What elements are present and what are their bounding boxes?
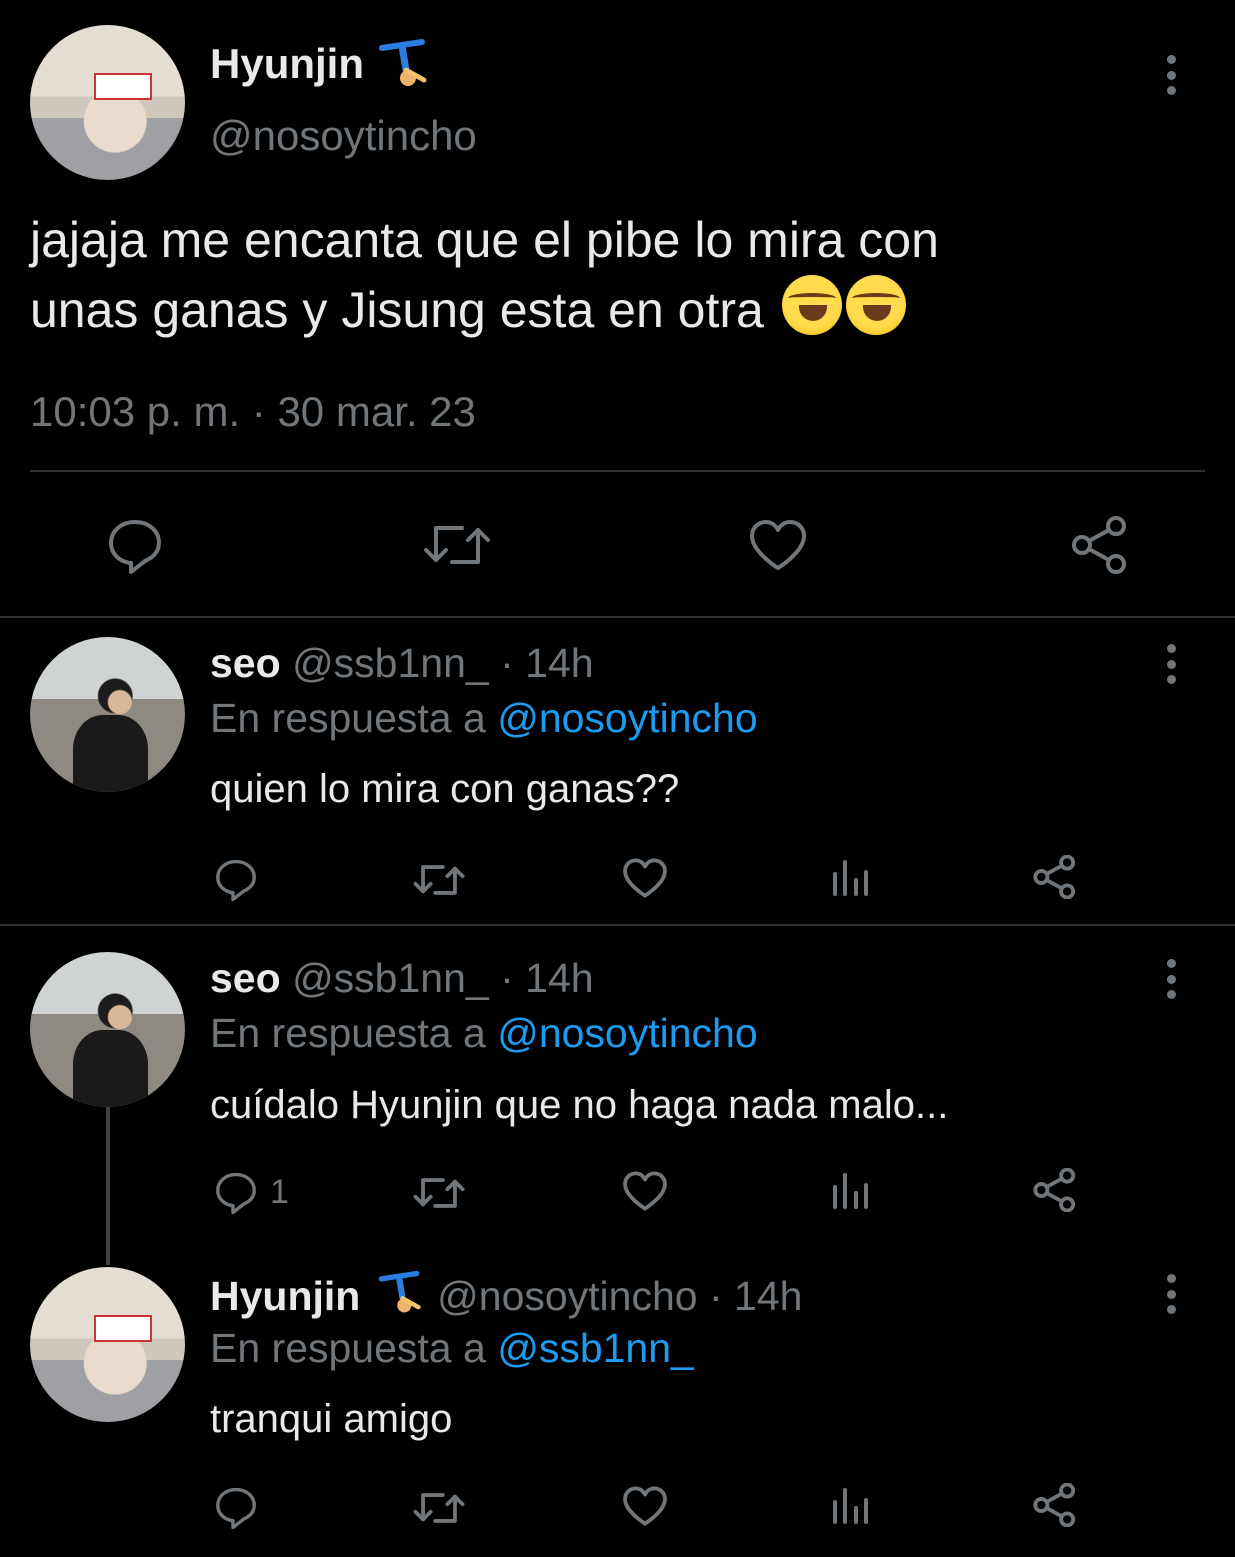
reply-icon[interactable] <box>214 1170 258 1214</box>
share-icon[interactable] <box>1032 855 1078 899</box>
views-icon[interactable] <box>832 1486 870 1526</box>
more-options-icon[interactable] <box>1165 55 1177 95</box>
reply-icon[interactable] <box>214 857 258 901</box>
reply-to-link[interactable]: @ssb1nn_ <box>497 1325 694 1371</box>
reply-context-prefix: En respuesta a <box>210 1325 486 1371</box>
tweet-text-line-2: unas ganas y Jisung esta en otra <box>30 275 906 345</box>
retweet-icon[interactable] <box>412 1174 466 1212</box>
reply-author-name[interactable]: seo <box>210 955 281 1001</box>
reply-text: quien lo mira con ganas?? <box>210 767 680 811</box>
reply-author-handle[interactable]: @ssb1nn_ <box>292 640 489 686</box>
reply-avatar[interactable] <box>30 1267 185 1422</box>
retweet-icon[interactable] <box>412 1489 466 1527</box>
author-avatar[interactable] <box>30 25 185 180</box>
reply-context: En respuesta a @nosoytincho <box>210 695 758 742</box>
tweet-text-line-1: jajaja me encanta que el pibe lo mira co… <box>30 212 939 268</box>
more-options-icon[interactable] <box>1165 644 1177 684</box>
reply-text: cuídalo Hyunjin que no haga nada malo... <box>210 1083 949 1127</box>
reply-header: Hyunjin @nosoytincho · 14h <box>210 1270 802 1320</box>
reply-context-prefix: En respuesta a <box>210 695 486 741</box>
dancer-emoji-icon <box>372 38 432 90</box>
author-name[interactable]: Hyunjin <box>210 40 364 88</box>
like-icon[interactable] <box>622 857 668 899</box>
reply-text: tranqui amigo <box>210 1397 453 1441</box>
reply-context-prefix: En respuesta a <box>210 1010 486 1056</box>
section-divider <box>0 616 1235 618</box>
views-icon[interactable] <box>832 858 870 898</box>
reply-context: En respuesta a @ssb1nn_ <box>210 1325 694 1372</box>
hat-logo <box>93 1315 152 1343</box>
laughing-emoji-icon <box>845 275 906 335</box>
like-icon[interactable] <box>748 518 808 572</box>
hat-logo <box>93 73 152 101</box>
reply-header: seo @ssb1nn_ · 14h <box>210 955 594 1002</box>
reply-icon[interactable] <box>214 1485 258 1529</box>
dancer-emoji-icon <box>372 1270 426 1316</box>
reply-header: seo @ssb1nn_ · 14h <box>210 640 594 687</box>
reply-icon[interactable] <box>106 516 164 574</box>
share-icon[interactable] <box>1032 1168 1078 1212</box>
tweet-timestamp[interactable]: 10:03 p. m. · 30 mar. 23 <box>30 388 476 436</box>
reply-context: En respuesta a @nosoytincho <box>210 1010 758 1057</box>
reply-time[interactable]: · 14h <box>500 955 593 1001</box>
laughing-emoji-icon <box>781 275 842 335</box>
more-options-icon[interactable] <box>1165 1274 1177 1314</box>
reply-author-name[interactable]: seo <box>210 640 281 686</box>
avatar-figure <box>73 1029 148 1107</box>
like-icon[interactable] <box>622 1170 668 1212</box>
tweet-text-line-2-content: unas ganas y Jisung esta en otra <box>30 282 764 338</box>
retweet-icon[interactable] <box>422 520 492 570</box>
retweet-icon[interactable] <box>412 861 466 899</box>
more-options-icon[interactable] <box>1165 959 1177 999</box>
reply-count: 1 <box>270 1173 289 1211</box>
reply-author-handle[interactable]: @ssb1nn_ <box>292 955 489 1001</box>
thread-connector <box>106 1107 110 1265</box>
reply-author-name[interactable]: Hyunjin <box>210 1273 360 1319</box>
divider <box>30 470 1205 472</box>
reply-time[interactable]: · 14h <box>709 1273 802 1319</box>
author-handle[interactable]: @nosoytincho <box>210 112 477 160</box>
reply-author-handle[interactable]: @nosoytincho <box>437 1273 697 1319</box>
reply-to-link[interactable]: @nosoytincho <box>497 1010 757 1056</box>
reply-avatar[interactable] <box>30 952 185 1107</box>
avatar-figure <box>73 714 148 792</box>
share-icon[interactable] <box>1032 1483 1078 1527</box>
reply-to-link[interactable]: @nosoytincho <box>497 695 757 741</box>
section-divider <box>0 924 1235 926</box>
reply-time[interactable]: · 14h <box>500 640 593 686</box>
views-icon[interactable] <box>832 1171 870 1211</box>
reply-avatar[interactable] <box>30 637 185 792</box>
like-icon[interactable] <box>622 1485 668 1527</box>
share-icon[interactable] <box>1070 516 1130 574</box>
